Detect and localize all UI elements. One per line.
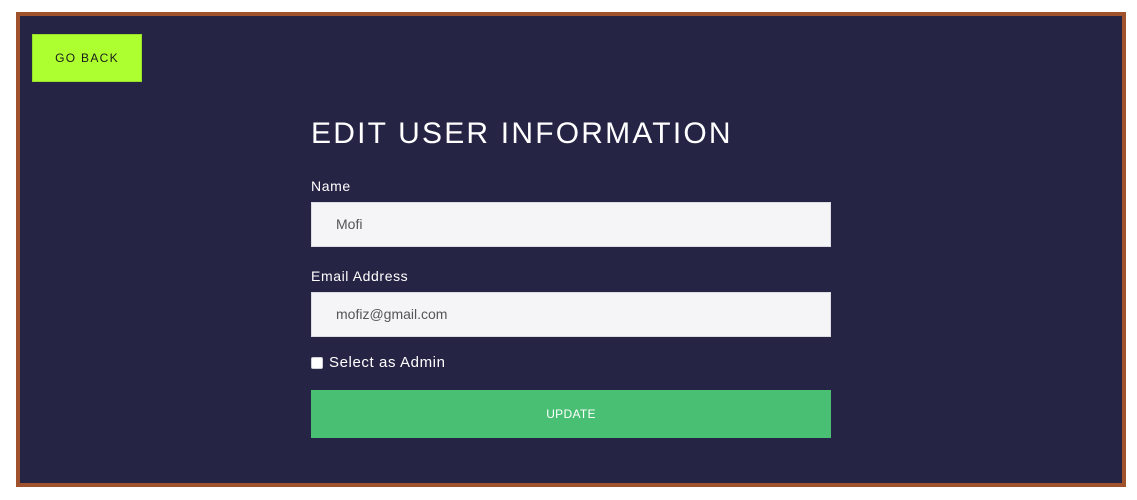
go-back-button[interactable]: GO BACK [32,34,142,82]
email-field[interactable]: mofiz@gmail.com [311,292,831,337]
name-label: Name [311,178,351,194]
update-button[interactable]: UPDATE [311,390,831,438]
admin-checkbox[interactable] [311,356,323,369]
admin-option[interactable]: Select as Admin [311,354,446,371]
edit-user-panel: GO BACK EDIT USER INFORMATION Name Mofi … [16,12,1126,487]
edit-user-form: EDIT USER INFORMATION Name Mofi Email Ad… [311,114,831,438]
page-title: EDIT USER INFORMATION [311,117,733,150]
email-label: Email Address [311,268,409,284]
name-field[interactable]: Mofi [311,202,831,247]
admin-checkbox-label: Select as Admin [329,354,446,371]
